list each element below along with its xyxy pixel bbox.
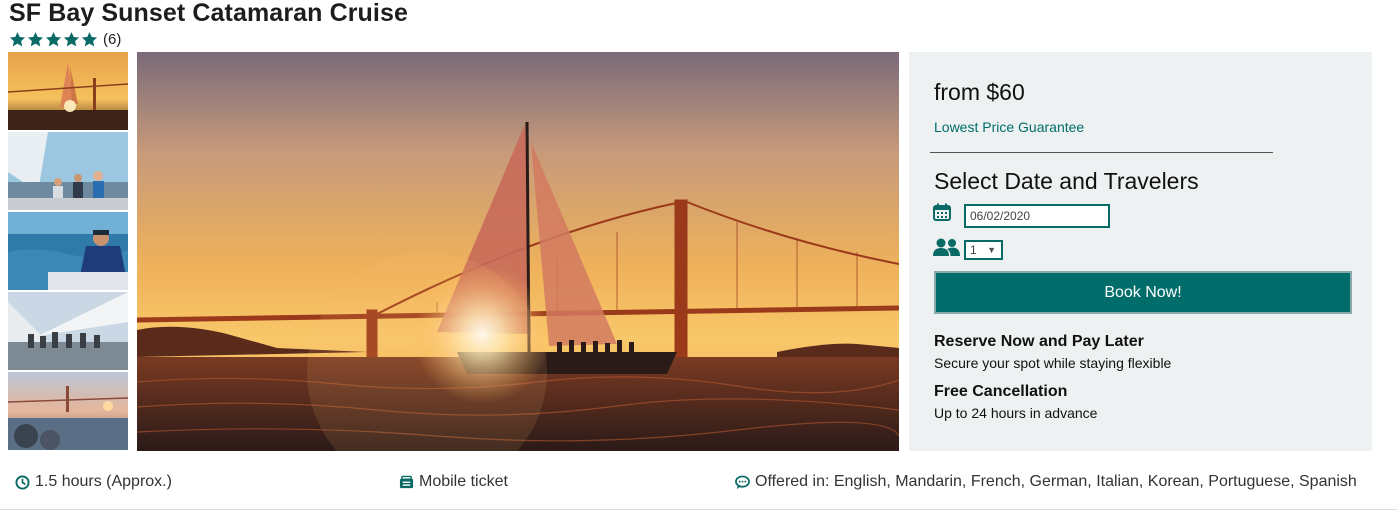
thumbnail-golden-gate-sunset[interactable] <box>8 372 128 450</box>
reserve-now-title: Reserve Now and Pay Later <box>934 333 1144 350</box>
reserve-now-text: Secure your spot while staying flexible <box>934 355 1172 371</box>
thumbnail-strip <box>8 52 128 452</box>
thumbnail-passengers-on-deck[interactable] <box>8 292 128 370</box>
languages-info: Offered in: English, Mandarin, French, G… <box>735 473 1357 491</box>
ticket-info: Mobile ticket <box>399 473 508 491</box>
thumbnail-captain-at-helm[interactable] <box>8 212 128 290</box>
star-icon <box>9 32 26 47</box>
ticket-icon <box>399 475 414 488</box>
divider <box>930 152 1273 153</box>
ticket-text: Mobile ticket <box>419 473 508 490</box>
star-icon <box>63 32 80 47</box>
tour-info-bar: 1.5 hours (Approx.) Mobile ticket Offere… <box>0 451 1397 511</box>
duration-text: 1.5 hours (Approx.) <box>35 473 172 490</box>
lowest-price-guarantee-link[interactable]: Lowest Price Guarantee <box>934 119 1084 135</box>
date-input[interactable]: 06/02/2020 <box>964 204 1110 228</box>
calendar-icon <box>933 203 951 221</box>
review-count[interactable]: (6) <box>103 31 121 48</box>
page-title: SF Bay Sunset Catamaran Cruise <box>9 0 408 27</box>
star-rating[interactable]: (6) <box>9 31 121 48</box>
date-value: 06/02/2020 <box>970 209 1031 223</box>
travelers-select[interactable]: 1 ▼ <box>964 240 1003 260</box>
book-now-button[interactable]: Book Now! <box>934 271 1352 314</box>
languages-text: Offered in: English, Mandarin, French, G… <box>755 473 1357 490</box>
chat-bubble-icon <box>735 475 750 489</box>
booking-panel: from $60 Lowest Price Guarantee Select D… <box>909 52 1372 451</box>
main-photo[interactable] <box>137 52 899 451</box>
thumbnail-crew-sailing[interactable] <box>8 132 128 210</box>
travelers-icon <box>933 238 960 256</box>
clock-icon <box>15 474 30 490</box>
star-icon <box>27 32 44 47</box>
chevron-down-icon: ▼ <box>987 245 996 255</box>
free-cancellation-title: Free Cancellation <box>934 383 1068 400</box>
select-date-heading: Select Date and Travelers <box>934 168 1199 194</box>
star-icon <box>45 32 62 47</box>
travelers-value: 1 <box>970 243 977 257</box>
free-cancellation-text: Up to 24 hours in advance <box>934 405 1098 421</box>
price: from $60 <box>934 79 1025 105</box>
thumbnail-sunset-sail[interactable] <box>8 52 128 130</box>
star-icon <box>81 32 98 47</box>
duration-info: 1.5 hours (Approx.) <box>15 473 172 491</box>
divider <box>0 509 1397 510</box>
